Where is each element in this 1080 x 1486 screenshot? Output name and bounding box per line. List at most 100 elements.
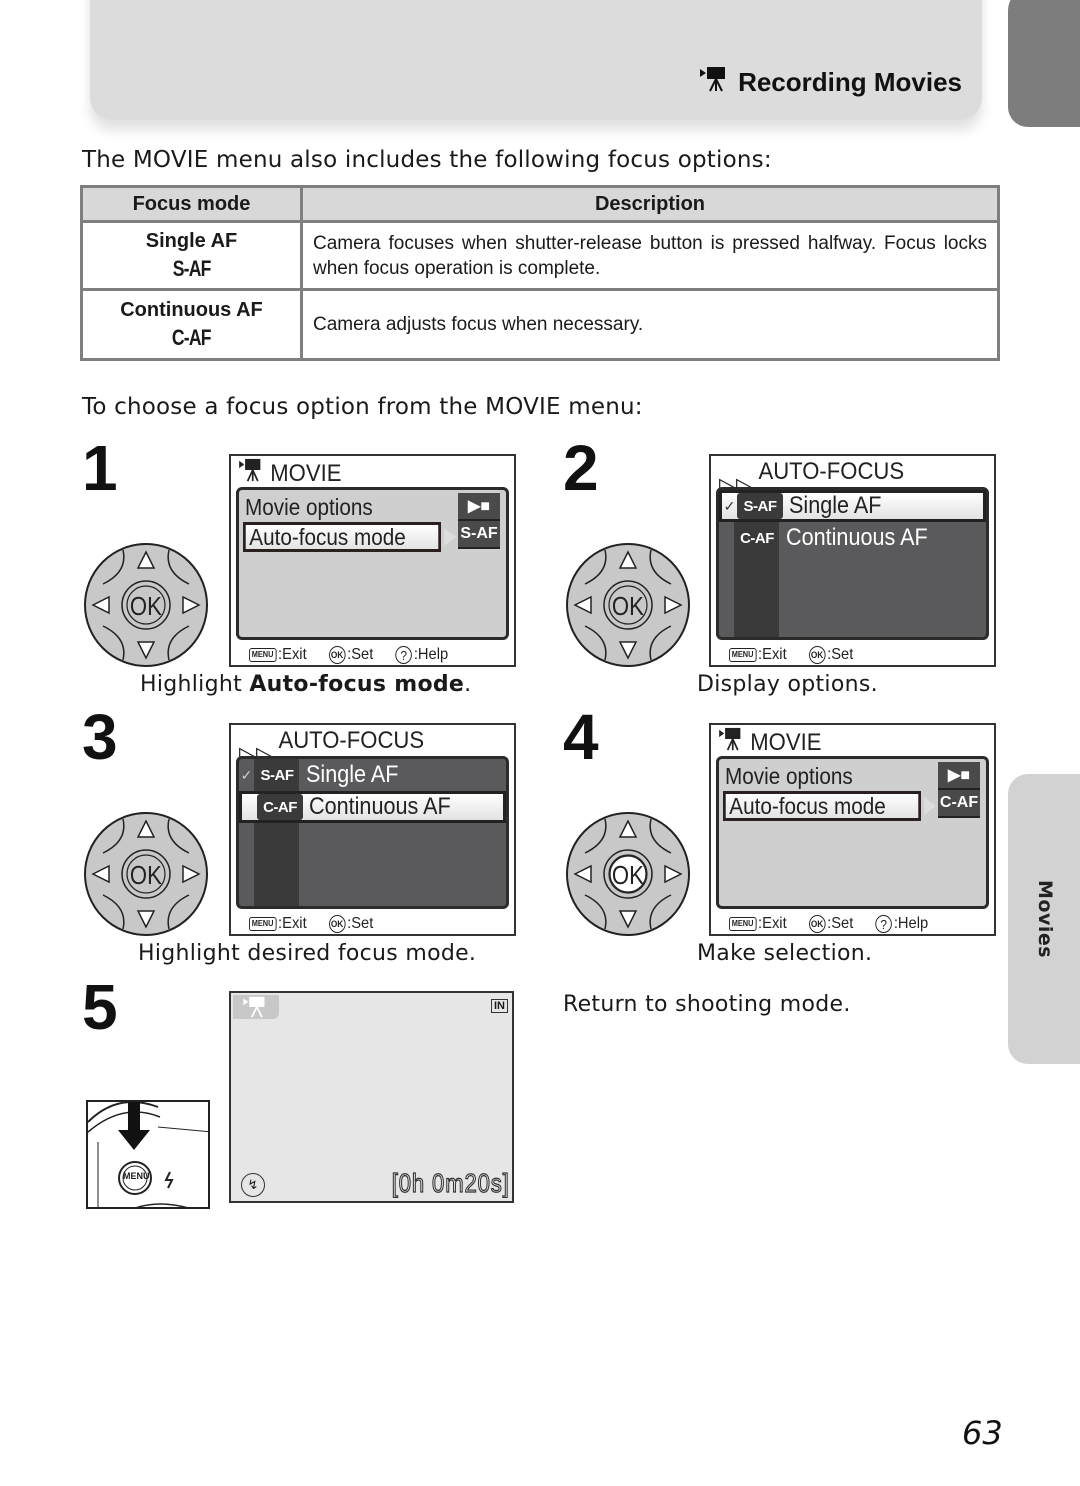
help-hint: ?:Help xyxy=(875,915,928,933)
exit-hint-label: :Exit xyxy=(758,646,787,663)
set-hint-label: :Set xyxy=(827,646,854,663)
menu-item-auto-focus-mode[interactable]: Auto-focus mode xyxy=(723,791,921,821)
s-af-icon: S-AF xyxy=(737,493,783,519)
ok-key-icon: OK xyxy=(808,915,826,933)
screen-footer: MENU:Exit OK:Set xyxy=(249,915,373,933)
set-hint-label: :Set xyxy=(347,646,374,663)
step-caption-4: Make selection. xyxy=(697,941,873,966)
step-caption-5: Return to shooting mode. xyxy=(563,992,851,1017)
camera-screen-movie-menu: MOVIE Movie options Auto-focus mode ▶■ C… xyxy=(709,723,996,936)
c-af-icon: C-AF xyxy=(938,790,980,818)
caption-bold-text: Auto-focus mode xyxy=(249,672,465,697)
s-af-icon: S-AF xyxy=(260,766,295,784)
caption-suffix: . xyxy=(464,672,472,697)
help-key-icon: ? xyxy=(875,915,892,933)
set-hint-label: :Set xyxy=(347,915,374,932)
table-row: Single AF S-AF Camera focuses when shutt… xyxy=(80,220,1000,291)
movie-camera-icon: ▶■ xyxy=(938,762,980,790)
caption-text: Highlight xyxy=(140,672,250,697)
menu-key-icon: MENU xyxy=(249,648,277,662)
description-cell: Camera focuses when shutter-release butt… xyxy=(300,220,1000,291)
help-key-icon: ? xyxy=(395,646,412,664)
check-icon: ✓ xyxy=(723,497,736,514)
menu-panel: Movie options Auto-focus mode ▶■ C-AF xyxy=(716,756,989,909)
focus-mode-name: Continuous AF xyxy=(120,299,263,321)
menu-panel: Movie options Auto-focus mode ▶■ S-AF xyxy=(236,487,509,640)
step-number-2: 2 xyxy=(563,432,599,504)
set-hint: OK:Set xyxy=(328,646,374,664)
movie-mode-icon xyxy=(233,995,279,1019)
ok-button-label: OK xyxy=(130,592,162,621)
shooting-mode-screen: IN ↯ [0h 0m20s] xyxy=(229,991,514,1203)
options-panel: ✓ S-AF Single AF C-AF Continuous AF xyxy=(236,756,509,909)
menu-key-icon: MENU xyxy=(729,648,757,662)
screen-title: MOVIE xyxy=(719,727,821,758)
submenu-arrow-icon xyxy=(924,797,936,815)
screen-title-text: MOVIE xyxy=(270,459,342,487)
menu-item-movie-options[interactable]: Movie options xyxy=(245,494,373,521)
set-hint: OK:Set xyxy=(328,915,374,933)
camera-mode-dial-illustration: MENU xyxy=(86,1100,210,1209)
section-title: Recording Movies xyxy=(738,67,962,97)
set-hint: OK:Set xyxy=(808,915,853,933)
option-single-af[interactable]: ✓ S-AF Single AF xyxy=(239,759,506,791)
option-label: Single AF xyxy=(789,492,882,519)
multi-selector-dpad: OK xyxy=(83,542,209,668)
option-label: Single AF xyxy=(306,761,399,788)
movie-camera-icon xyxy=(239,458,265,489)
focus-mode-cell: Single AF S-AF xyxy=(80,220,303,291)
menu-side-icons: ▶■ S-AF xyxy=(458,493,500,549)
menu-key-icon: MENU xyxy=(249,917,277,931)
screen-title: MOVIE xyxy=(239,458,341,489)
option-continuous-af[interactable]: C-AF Continuous AF xyxy=(239,791,506,823)
multi-selector-dpad: OK xyxy=(565,542,691,668)
description-cell: Camera adjusts focus when necessary. xyxy=(300,288,1000,361)
step-number-1: 1 xyxy=(82,432,118,504)
section-header: Recording Movies xyxy=(700,66,962,99)
ok-key-icon: OK xyxy=(328,915,346,933)
c-af-icon: C-AF xyxy=(257,794,303,820)
screen-footer: MENU:Exit OK:Set xyxy=(729,646,853,664)
ok-button-label: OK xyxy=(612,592,644,621)
menu-key-icon: MENU xyxy=(729,917,757,931)
internal-memory-icon: IN xyxy=(491,999,508,1013)
option-single-af[interactable]: ✓ S-AF Single AF xyxy=(719,490,986,522)
help-hint-label: :Help xyxy=(413,646,449,663)
focus-mode-table: Focus mode Description Single AF S-AF Ca… xyxy=(80,185,1000,361)
instructions-intro: To choose a focus option from the MOVIE … xyxy=(82,394,643,420)
menu-button: MENU xyxy=(123,1171,150,1181)
multi-selector-dpad: OK xyxy=(83,811,209,937)
camera-screen-auto-focus-mode: ▷▷ AUTO-FOCUS MODE ✓ S-AF Single AF C-AF… xyxy=(709,454,996,667)
focus-mode-name: Single AF xyxy=(145,230,238,252)
screen-footer: MENU:Exit OK:Set ?:Help xyxy=(729,915,928,933)
movie-camera-icon xyxy=(719,727,745,758)
option-label: Continuous AF xyxy=(786,524,928,551)
multi-selector-dpad-ok-pressed: OK xyxy=(565,811,691,937)
options-panel: ✓ S-AF Single AF C-AF Continuous AF xyxy=(716,487,989,640)
movie-camera-icon: ▶■ xyxy=(458,493,500,521)
focus-mode-cell: Continuous AF C-AF xyxy=(80,288,303,361)
chapter-tab-label: Movies xyxy=(1034,880,1056,959)
camera-screen-movie-menu: MOVIE Movie options Auto-focus mode ▶■ S… xyxy=(229,454,516,667)
exit-hint: MENU:Exit xyxy=(249,646,307,664)
table-header-description: Description xyxy=(300,185,1000,223)
screen-footer: MENU:Exit OK:Set ?:Help xyxy=(249,646,448,664)
c-af-icon: C-AF xyxy=(740,529,774,547)
ok-key-icon: OK xyxy=(808,646,826,664)
set-hint: OK:Set xyxy=(808,646,854,664)
help-hint: ?:Help xyxy=(395,646,448,664)
s-af-icon: S-AF xyxy=(172,256,212,281)
step-caption-2: Display options. xyxy=(697,672,878,697)
option-label: Continuous AF xyxy=(309,793,451,820)
screen-title-text: MOVIE xyxy=(750,728,822,756)
ok-button-label: OK xyxy=(130,861,162,890)
submenu-arrow-icon xyxy=(444,528,456,546)
menu-item-movie-options[interactable]: Movie options xyxy=(725,763,853,790)
exit-hint-label: :Exit xyxy=(278,915,307,932)
s-af-icon: S-AF xyxy=(458,521,500,549)
step-caption-1: Highlight Auto-focus mode. xyxy=(140,672,471,697)
camera-screen-auto-focus-mode: ▷▷ AUTO-FOCUS MODE ✓ S-AF Single AF C-AF… xyxy=(229,723,516,936)
option-continuous-af[interactable]: C-AF Continuous AF xyxy=(719,522,986,554)
menu-item-auto-focus-mode[interactable]: Auto-focus mode xyxy=(243,522,441,552)
exit-hint: MENU:Exit xyxy=(249,915,307,933)
